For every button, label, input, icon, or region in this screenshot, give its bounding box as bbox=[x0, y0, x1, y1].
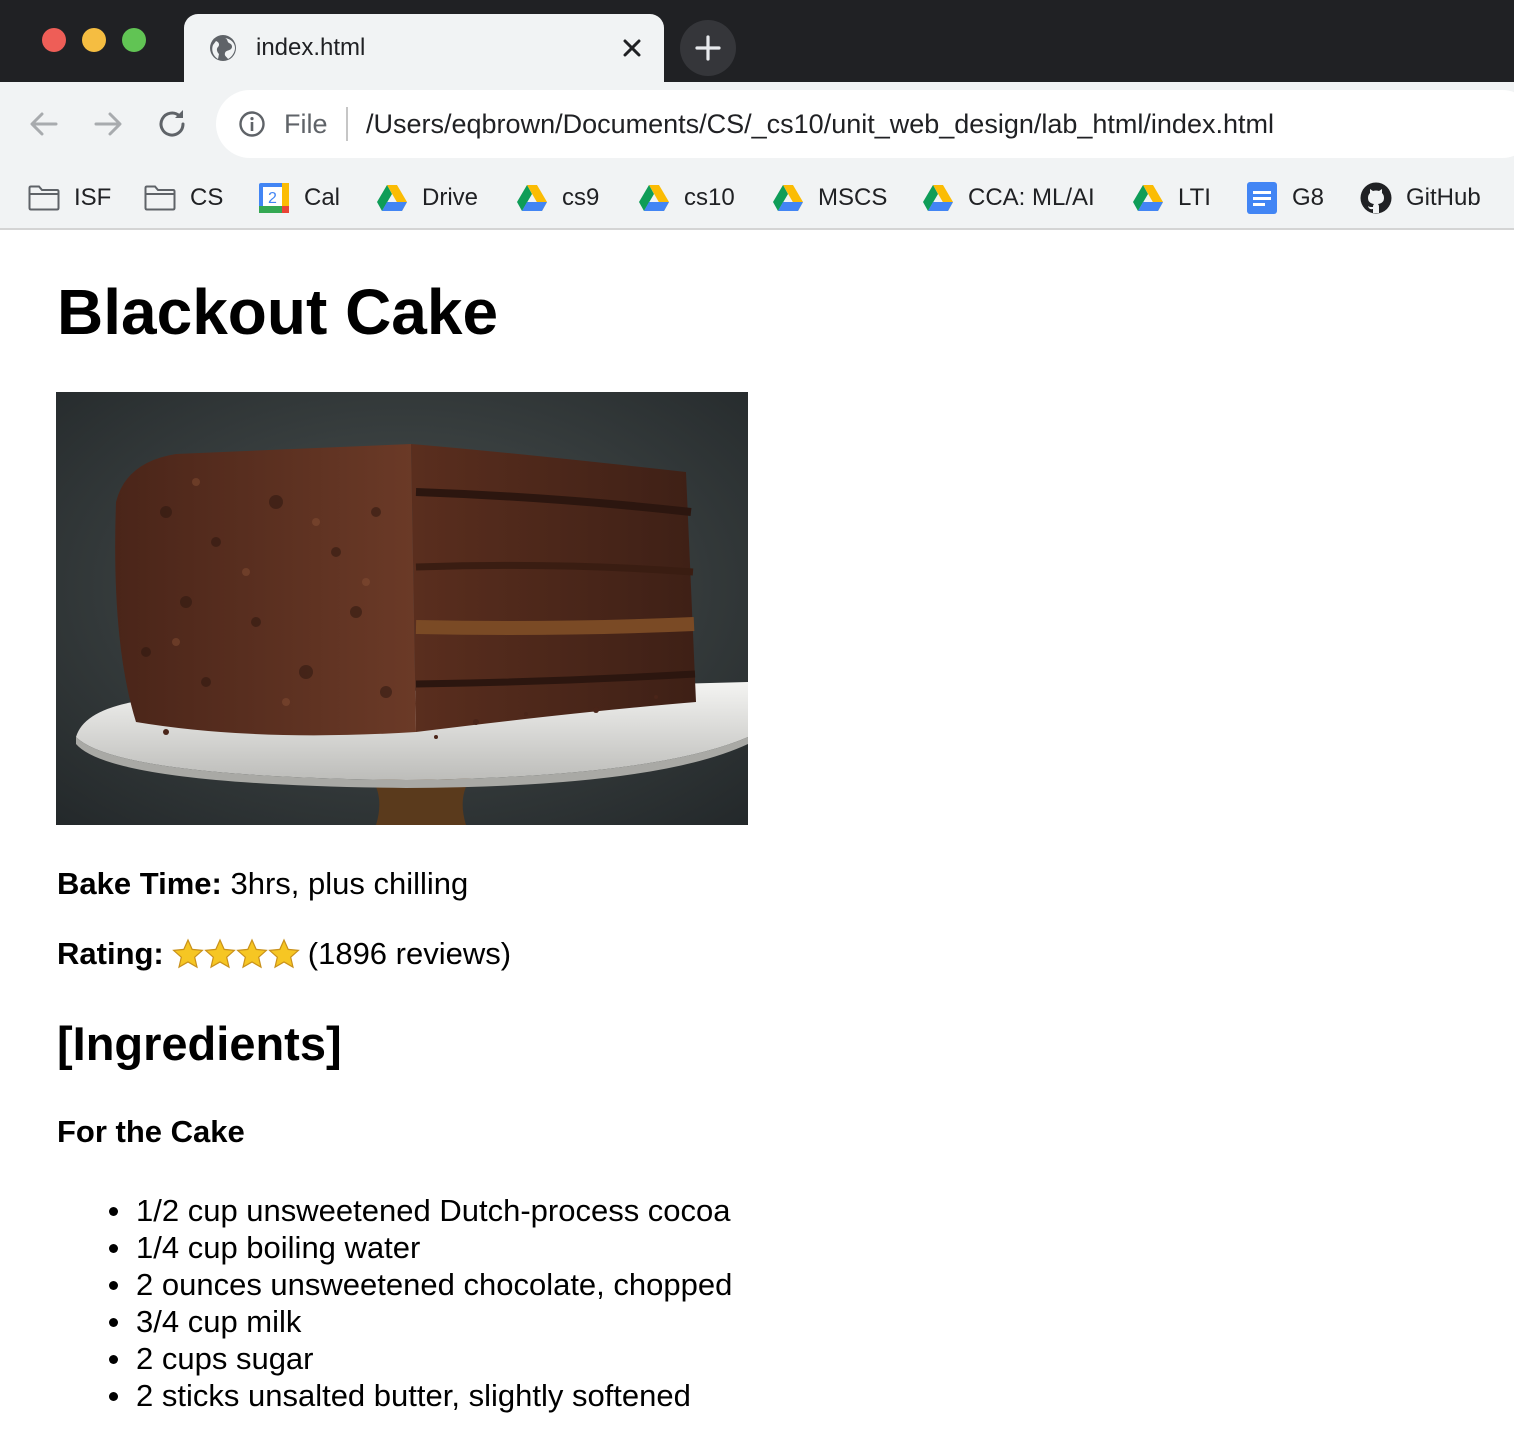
folder-icon bbox=[28, 185, 60, 211]
bookmark-github[interactable]: GitHub bbox=[1360, 178, 1481, 218]
address-bar[interactable]: File /Users/eqbrown/Documents/CS/_cs10/u… bbox=[216, 90, 1514, 158]
calendar-icon-text: 2 bbox=[268, 190, 277, 207]
bake-time-label: Bake Time: bbox=[57, 866, 222, 901]
bake-time-value: 3hrs, plus chilling bbox=[230, 866, 469, 901]
list-item: 2 sticks unsalted butter, slightly softe… bbox=[109, 1377, 732, 1414]
globe-icon bbox=[210, 35, 236, 61]
list-item: 2 cups sugar bbox=[109, 1340, 732, 1377]
cake-photo bbox=[56, 392, 748, 825]
rating: Rating: (1896 reviews) bbox=[57, 934, 511, 974]
bookmark-cs10[interactable]: cs10 bbox=[638, 178, 735, 218]
close-tab-icon[interactable] bbox=[618, 34, 646, 62]
bookmark-isf[interactable]: ISF bbox=[28, 178, 111, 218]
bookmarks-bar: ISF CS 2 Cal Drive cs9 cs10 MSCS CCA: ML… bbox=[0, 166, 1514, 230]
ingredients-heading: [Ingredients] bbox=[57, 1017, 342, 1070]
star-icon bbox=[203, 938, 236, 969]
bookmark-lti[interactable]: LTI bbox=[1132, 178, 1211, 218]
tab-title: index.html bbox=[256, 34, 366, 61]
tab-index-html[interactable]: index.html bbox=[184, 14, 664, 82]
rating-label: Rating: bbox=[57, 936, 164, 971]
page-title: Blackout Cake bbox=[57, 276, 499, 348]
info-icon[interactable] bbox=[238, 110, 266, 138]
browser-titlebar: index.html bbox=[0, 0, 1514, 82]
list-item: 3/4 cup milk bbox=[109, 1303, 732, 1340]
url-scheme-label: File bbox=[284, 109, 328, 139]
bookmark-g8[interactable]: G8 bbox=[1246, 178, 1324, 218]
google-drive-icon bbox=[1133, 185, 1163, 211]
star-icon bbox=[235, 938, 268, 969]
list-item: 1/4 cup boiling water bbox=[109, 1229, 732, 1266]
list-item: 2 ounces unsweetened chocolate, chopped bbox=[109, 1266, 732, 1303]
zoom-window-button[interactable] bbox=[122, 28, 146, 52]
google-drive-icon bbox=[773, 185, 803, 211]
address-divider bbox=[346, 107, 348, 141]
google-drive-icon bbox=[517, 185, 547, 211]
cake-image bbox=[56, 392, 748, 825]
bookmark-cal[interactable]: 2 Cal bbox=[258, 178, 340, 218]
google-drive-icon bbox=[639, 185, 669, 211]
close-window-button[interactable] bbox=[42, 28, 66, 52]
list-item: 1/2 cup unsweetened Dutch-process cocoa bbox=[109, 1192, 732, 1229]
browser-toolbar: File /Users/eqbrown/Documents/CS/_cs10/u… bbox=[0, 82, 1514, 166]
url-text[interactable]: /Users/eqbrown/Documents/CS/_cs10/unit_w… bbox=[366, 107, 1274, 141]
google-drive-icon bbox=[377, 185, 407, 211]
star-icon bbox=[171, 938, 204, 969]
new-tab-button[interactable] bbox=[680, 20, 736, 76]
bookmark-drive[interactable]: Drive bbox=[376, 178, 478, 218]
reload-icon[interactable] bbox=[152, 104, 192, 144]
back-arrow-icon[interactable] bbox=[24, 104, 64, 144]
calendar-icon: 2 bbox=[259, 183, 289, 213]
bookmark-cca-ml-ai[interactable]: CCA: ML/AI bbox=[922, 178, 1095, 218]
bookmark-cs[interactable]: CS bbox=[144, 178, 223, 218]
forward-arrow-icon[interactable] bbox=[88, 104, 128, 144]
minimize-window-button[interactable] bbox=[82, 28, 106, 52]
google-docs-icon bbox=[1247, 182, 1277, 214]
star-icon bbox=[267, 938, 300, 969]
bookmark-cs9[interactable]: cs9 bbox=[516, 178, 599, 218]
rating-stars bbox=[171, 938, 300, 970]
github-icon bbox=[1360, 182, 1392, 214]
ingredients-list: 1/2 cup unsweetened Dutch-process cocoa … bbox=[109, 1192, 732, 1414]
cake-subheading: For the Cake bbox=[57, 1114, 245, 1149]
bookmark-mscs[interactable]: MSCS bbox=[772, 178, 887, 218]
plus-icon bbox=[695, 35, 721, 61]
folder-icon bbox=[144, 185, 176, 211]
rating-reviews: (1896 reviews) bbox=[307, 936, 512, 971]
bake-time: Bake Time: 3hrs, plus chilling bbox=[57, 864, 468, 904]
google-drive-icon bbox=[923, 185, 953, 211]
